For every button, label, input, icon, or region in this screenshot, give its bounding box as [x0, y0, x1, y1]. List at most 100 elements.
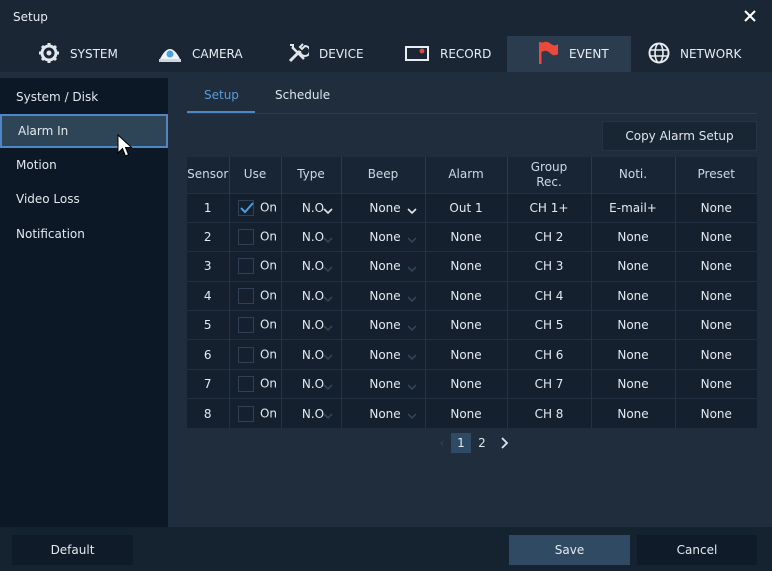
- default-button[interactable]: Default: [12, 535, 133, 565]
- type-select[interactable]: N.O: [281, 368, 342, 399]
- group-rec-cell[interactable]: CH 7: [507, 368, 592, 399]
- group-rec-cell[interactable]: CH 8: [507, 398, 592, 429]
- sidebar-item-notification[interactable]: Notification: [0, 217, 168, 251]
- use-checkbox[interactable]: [237, 405, 254, 422]
- window-title: Setup: [13, 10, 48, 24]
- use-checkbox[interactable]: [237, 287, 254, 304]
- sidebar-item-motion[interactable]: Motion: [0, 148, 168, 182]
- tab-event[interactable]: EVENT: [507, 36, 631, 72]
- beep-value: None: [369, 200, 401, 215]
- sidebar-item-alarm-in[interactable]: Alarm In: [0, 114, 168, 148]
- preset-cell[interactable]: None: [675, 221, 757, 252]
- type-select[interactable]: N.O: [281, 251, 342, 282]
- alarm-cell[interactable]: None: [425, 221, 508, 252]
- copy-alarm-setup-button[interactable]: Copy Alarm Setup: [602, 121, 757, 151]
- beep-select[interactable]: None: [341, 339, 426, 370]
- noti-cell[interactable]: None: [591, 280, 676, 311]
- group-rec-cell[interactable]: CH 6: [507, 339, 592, 370]
- column-header-use: Use: [229, 157, 282, 193]
- use-checkbox[interactable]: [237, 317, 254, 334]
- group-rec-cell[interactable]: CH 1+: [507, 192, 592, 223]
- beep-select[interactable]: None: [341, 251, 426, 282]
- use-cell: On: [229, 368, 282, 399]
- noti-cell[interactable]: E-mail+: [591, 192, 676, 223]
- chevron-down-icon: [322, 292, 333, 306]
- table-row: 7 On N.O None None CH 7 None None: [187, 368, 757, 399]
- beep-select[interactable]: None: [341, 192, 426, 223]
- beep-select[interactable]: None: [341, 280, 426, 311]
- preset-cell[interactable]: None: [675, 192, 757, 223]
- noti-cell[interactable]: None: [591, 339, 676, 370]
- use-checkbox[interactable]: [237, 229, 254, 246]
- subtab-schedule[interactable]: Schedule: [275, 88, 330, 102]
- alarm-cell[interactable]: None: [425, 251, 508, 282]
- group-rec-cell[interactable]: CH 3: [507, 251, 592, 282]
- use-checkbox[interactable]: [237, 199, 254, 216]
- tab-network[interactable]: NETWORK: [648, 36, 741, 72]
- alarm-cell[interactable]: None: [425, 339, 508, 370]
- tab-label: SYSTEM: [70, 47, 118, 61]
- save-button[interactable]: Save: [509, 535, 630, 565]
- alarm-cell[interactable]: None: [425, 310, 508, 340]
- noti-cell[interactable]: None: [591, 251, 676, 282]
- alarm-cell[interactable]: None: [425, 398, 508, 429]
- group-rec-cell[interactable]: CH 4: [507, 280, 592, 311]
- tab-record[interactable]: RECORD: [404, 36, 491, 72]
- group-rec-cell[interactable]: CH 5: [507, 310, 592, 340]
- noti-cell[interactable]: None: [591, 398, 676, 429]
- preset-cell[interactable]: None: [675, 310, 757, 340]
- tab-camera[interactable]: CAMERA: [158, 36, 243, 72]
- use-checkbox[interactable]: [237, 346, 254, 363]
- beep-value: None: [369, 288, 401, 303]
- noti-cell[interactable]: None: [591, 368, 676, 399]
- preset-cell[interactable]: None: [675, 251, 757, 282]
- prev-page-icon[interactable]: ‹: [432, 433, 452, 453]
- page-button-1[interactable]: 1: [451, 433, 471, 453]
- page-button-2[interactable]: 2: [472, 433, 492, 453]
- cancel-button[interactable]: Cancel: [637, 535, 757, 565]
- chevron-down-icon: [406, 292, 417, 306]
- type-select[interactable]: N.O: [281, 221, 342, 252]
- table-row: 6 On N.O None None CH 6 None None: [187, 339, 757, 370]
- chevron-down-icon: [406, 204, 417, 218]
- preset-cell[interactable]: None: [675, 398, 757, 429]
- preset-cell[interactable]: None: [675, 339, 757, 370]
- use-cell: On: [229, 398, 282, 429]
- tab-system[interactable]: SYSTEM: [38, 36, 118, 72]
- close-icon[interactable]: [740, 6, 760, 26]
- beep-select[interactable]: None: [341, 221, 426, 252]
- type-value: N.O: [301, 230, 325, 245]
- sensor-cell: 5: [187, 310, 230, 340]
- beep-select[interactable]: None: [341, 310, 426, 340]
- chevron-down-icon: [406, 233, 417, 247]
- beep-select[interactable]: None: [341, 368, 426, 399]
- footer-bar: Default Save Cancel: [0, 527, 772, 571]
- type-select[interactable]: N.O: [281, 310, 342, 340]
- noti-cell[interactable]: None: [591, 310, 676, 340]
- alarm-cell[interactable]: None: [425, 368, 508, 399]
- noti-cell[interactable]: None: [591, 221, 676, 252]
- preset-cell[interactable]: None: [675, 280, 757, 311]
- use-checkbox[interactable]: [237, 258, 254, 275]
- alarm-cell[interactable]: Out 1: [425, 192, 508, 223]
- column-header-type: Type: [281, 157, 342, 193]
- beep-value: None: [369, 259, 401, 274]
- use-checkbox[interactable]: [237, 376, 254, 393]
- table-row: 4 On N.O None None CH 4 None None: [187, 280, 757, 311]
- group-rec-cell[interactable]: CH 2: [507, 221, 592, 252]
- flag-icon: [537, 41, 569, 68]
- tab-device[interactable]: DEVICE: [287, 36, 364, 72]
- beep-select[interactable]: None: [341, 398, 426, 429]
- type-select[interactable]: N.O: [281, 280, 342, 311]
- sidebar-item-video-loss[interactable]: Video Loss: [0, 182, 168, 216]
- preset-cell[interactable]: None: [675, 368, 757, 399]
- subtab-setup[interactable]: Setup: [204, 88, 239, 102]
- type-select[interactable]: N.O: [281, 398, 342, 429]
- type-select[interactable]: N.O: [281, 339, 342, 370]
- mouse-cursor-icon: [117, 133, 133, 161]
- chevron-down-icon: [406, 380, 417, 394]
- next-page-icon[interactable]: [494, 433, 514, 453]
- alarm-cell[interactable]: None: [425, 280, 508, 311]
- type-select[interactable]: N.O: [281, 192, 342, 223]
- sidebar-item-system-disk[interactable]: System / Disk: [0, 80, 168, 114]
